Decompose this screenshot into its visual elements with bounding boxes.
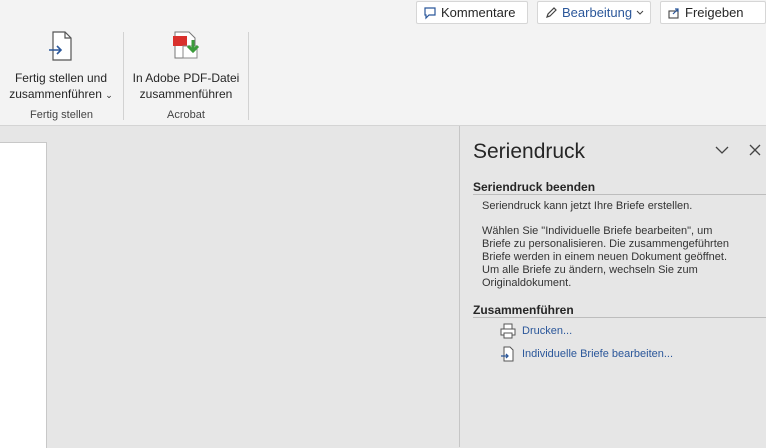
- group-fertig-stellen: Fertig stellen und zusammenführen ⌄ Fert…: [0, 28, 123, 124]
- pdf-merge-button[interactable]: In Adobe PDF-Datei zusammenführen: [130, 28, 242, 102]
- edit-document-icon: [501, 346, 514, 362]
- share-icon: [668, 7, 679, 19]
- section-divider: [473, 317, 766, 318]
- comments-button[interactable]: Kommentare: [416, 1, 528, 24]
- chevron-down-icon: ⌄: [105, 90, 113, 100]
- finish-merge-icon: [49, 31, 72, 61]
- comment-icon: [424, 6, 436, 19]
- edit-letters-link-label: Individuelle Briefe bearbeiten...: [522, 348, 674, 360]
- section-heading-merge: Zusammenführen: [473, 303, 574, 317]
- group-divider: [248, 32, 249, 120]
- share-label: Freigeben: [685, 5, 744, 20]
- editing-button[interactable]: Bearbeitung: [537, 1, 651, 24]
- group-label-acrobat: Acrobat: [167, 109, 205, 121]
- print-link-label: Drucken...: [522, 325, 573, 337]
- mail-merge-pane: Seriendruck Seriendruck beenden Seriendr…: [459, 126, 766, 447]
- chevron-down-icon: [636, 10, 644, 15]
- pane-options-chevron-icon[interactable]: [714, 142, 730, 158]
- editing-label: Bearbeitung: [562, 5, 633, 20]
- group-label-fertig-stellen: Fertig stellen: [30, 109, 93, 121]
- finish-instructions-text: Wählen Sie "Individuelle Briefe bearbeit…: [482, 225, 730, 289]
- pdf-merge-icon: [173, 31, 200, 59]
- share-button[interactable]: Freigeben: [660, 1, 766, 24]
- printer-icon: [500, 323, 516, 339]
- comments-label: Kommentare: [441, 5, 516, 20]
- close-icon[interactable]: [747, 142, 763, 158]
- pencil-icon: [546, 6, 557, 18]
- finish-merge-line1: Fertig stellen und: [14, 71, 108, 85]
- print-link[interactable]: Drucken...: [500, 323, 572, 339]
- finish-merge-button[interactable]: Fertig stellen und zusammenführen ⌄: [4, 28, 118, 103]
- finish-merge-line2: zusammenführen: [9, 87, 102, 101]
- group-acrobat: In Adobe PDF-Datei zusammenführen Acroba…: [124, 28, 248, 124]
- document-page[interactable]: [0, 142, 47, 448]
- finish-merge-line2-wrap: zusammenführen ⌄: [4, 86, 118, 103]
- ribbon: Kommentare Bearbeitung Freigeben Fertig …: [0, 0, 766, 126]
- pdf-merge-line2: zusammenführen: [139, 87, 233, 101]
- finish-info-text: Seriendruck kann jetzt Ihre Briefe erste…: [482, 200, 693, 212]
- pane-title: Seriendruck: [473, 140, 586, 163]
- pdf-merge-line1: In Adobe PDF-Datei: [132, 71, 240, 85]
- section-heading-finish: Seriendruck beenden: [473, 180, 596, 194]
- section-divider: [473, 194, 766, 195]
- edit-individual-letters-link[interactable]: Individuelle Briefe bearbeiten...: [500, 346, 673, 362]
